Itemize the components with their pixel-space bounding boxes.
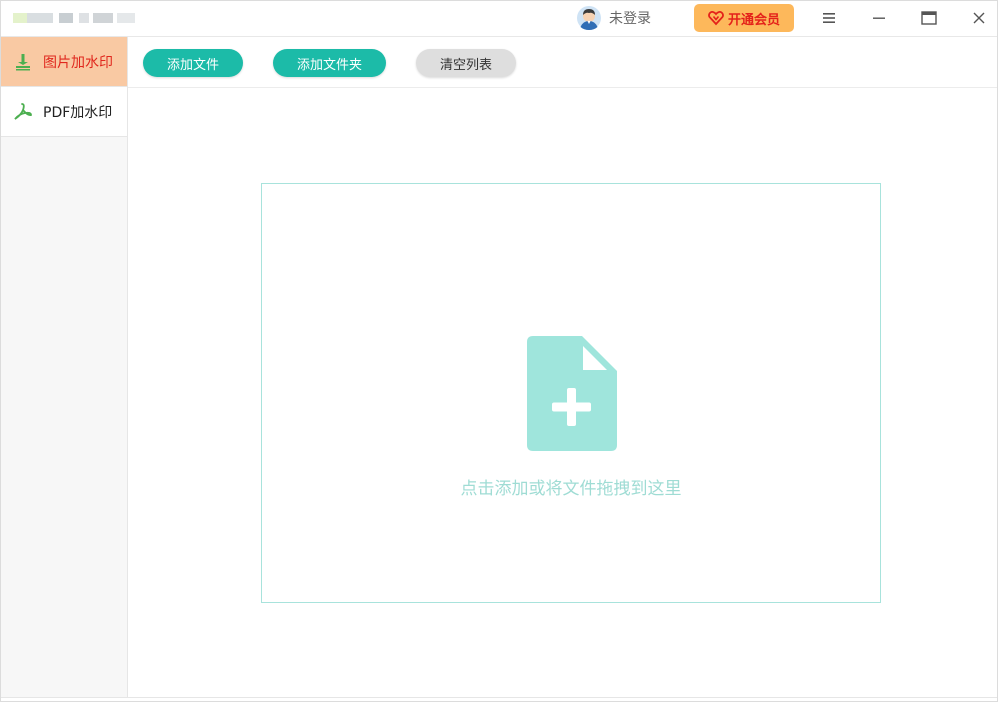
minimize-icon <box>873 17 885 19</box>
close-icon <box>973 12 985 24</box>
add-file-button[interactable]: 添加文件 <box>143 49 243 77</box>
status-divider <box>1 697 997 698</box>
image-stamp-icon <box>16 53 30 70</box>
pdf-icon <box>14 102 32 120</box>
user-status-label: 未登录 <box>609 11 651 27</box>
app-window: 未登录 开通会员 图片加水印 PDF加水印 添加文件 添加文件夹 清空列表 点击… <box>0 0 998 702</box>
sidebar-item-image-watermark[interactable]: 图片加水印 <box>1 37 127 87</box>
app-logo <box>13 7 137 29</box>
file-drop-zone[interactable]: 点击添加或将文件拖拽到这里 <box>261 183 881 603</box>
sidebar-item-pdf-watermark[interactable]: PDF加水印 <box>1 87 127 137</box>
sidebar: 图片加水印 PDF加水印 <box>1 37 128 697</box>
maximize-icon <box>921 11 937 25</box>
drop-zone-hint: 点击添加或将文件拖拽到这里 <box>460 479 682 499</box>
minimize-button[interactable] <box>864 5 894 31</box>
diamond-heart-icon <box>708 11 724 26</box>
hamburger-menu-icon <box>823 13 835 23</box>
add-file-icon <box>527 336 617 451</box>
avatar-icon <box>577 6 601 30</box>
add-folder-button[interactable]: 添加文件夹 <box>273 49 386 77</box>
vip-label: 开通会员 <box>727 12 780 28</box>
close-button[interactable] <box>964 5 994 31</box>
sidebar-item-label: 图片加水印 <box>43 54 113 71</box>
toolbar: 添加文件 添加文件夹 清空列表 <box>128 37 997 88</box>
maximize-button[interactable] <box>914 5 944 31</box>
clear-list-button[interactable]: 清空列表 <box>416 49 516 77</box>
vip-button[interactable]: 开通会员 <box>694 4 794 32</box>
title-bar: 未登录 开通会员 <box>1 1 997 37</box>
menu-button[interactable] <box>814 5 844 31</box>
user-login[interactable]: 未登录 <box>577 5 651 31</box>
sidebar-item-label: PDF加水印 <box>43 104 113 121</box>
